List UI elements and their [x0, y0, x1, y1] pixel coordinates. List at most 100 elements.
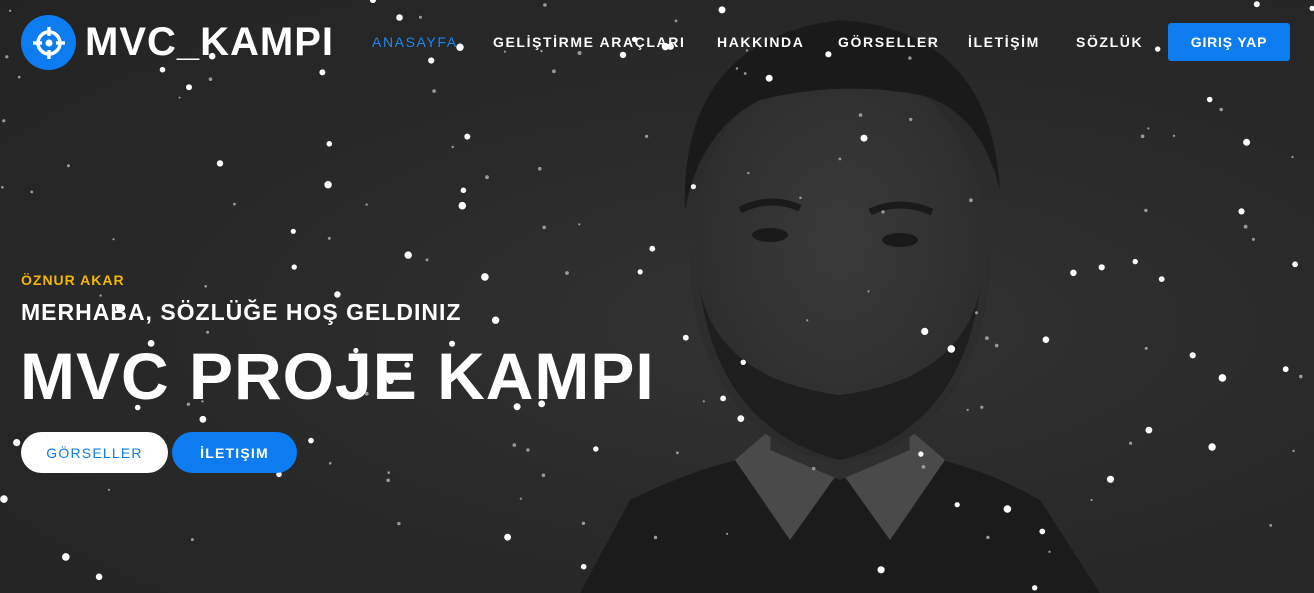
nav-item-dev-tools[interactable]: GELİŞTİRME ARAÇLARI — [493, 34, 685, 50]
snow-particle — [737, 415, 745, 422]
snow-particle — [387, 471, 391, 474]
snow-particle — [107, 488, 111, 491]
snow-particle — [1098, 264, 1105, 271]
snow-particle — [682, 334, 689, 341]
snow-particle — [233, 202, 236, 206]
snow-particle — [966, 408, 969, 411]
snow-particle — [66, 164, 70, 168]
snow-particle — [199, 415, 207, 423]
snow-particle — [581, 521, 586, 525]
contact-button[interactable]: İLETIŞIM — [172, 432, 297, 473]
snow-particle — [690, 184, 697, 190]
snow-particle — [799, 196, 802, 200]
snow-particle — [365, 203, 368, 206]
snow-particle — [653, 535, 658, 540]
snow-particle — [290, 228, 296, 234]
snow-particle — [1292, 261, 1298, 268]
snow-particle — [947, 345, 956, 353]
snow-particle — [1189, 352, 1196, 359]
snow-particle — [1251, 237, 1255, 241]
hero-subtitle: MERHABA, SÖZLÜĞE HOŞ GELDINIZ — [21, 299, 462, 325]
snow-particle — [216, 160, 224, 167]
snow-particle — [451, 145, 454, 149]
snow-particle — [1, 186, 4, 189]
snow-particle — [881, 210, 885, 214]
snow-particle — [860, 134, 868, 142]
snow-particle — [1218, 374, 1227, 382]
snow-particle — [702, 400, 705, 403]
snow-particle — [838, 157, 842, 161]
snow-particle — [1070, 269, 1077, 276]
snow-particle — [1243, 224, 1248, 229]
snow-particle — [645, 134, 649, 138]
snow-particle — [326, 141, 333, 147]
snow-particle — [485, 175, 489, 180]
snow-particle — [1299, 374, 1303, 379]
snow-particle — [985, 336, 989, 340]
snow-particle — [542, 225, 546, 230]
brand-link[interactable]: MVC_KAMPI — [21, 15, 334, 70]
snow-particle — [1042, 336, 1050, 344]
snow-particle — [720, 395, 726, 402]
snow-particle — [481, 273, 489, 281]
navbar: MVC_KAMPI ANASAYFA GELİŞTİRME ARAÇLARI H… — [0, 0, 1314, 84]
snow-particle — [918, 451, 924, 457]
snow-particle — [921, 327, 929, 335]
snow-particle — [726, 532, 729, 535]
snow-particle — [1144, 346, 1148, 350]
snow-particle — [99, 294, 102, 297]
snow-particle — [30, 190, 34, 194]
snow-particle — [334, 291, 341, 298]
snow-particle — [1106, 475, 1115, 483]
snow-particle — [404, 251, 412, 259]
snow-particle — [580, 563, 587, 570]
snow-particle — [1090, 498, 1093, 502]
snow-particle — [1269, 524, 1273, 527]
snow-particle — [1243, 138, 1251, 146]
snow-particle — [1132, 258, 1138, 265]
snow-particle — [676, 451, 679, 455]
snow-particle — [2, 119, 6, 123]
snow-particle — [112, 238, 115, 241]
snow-particle — [1129, 441, 1133, 445]
snow-particle — [994, 343, 999, 348]
snow-particle — [204, 285, 207, 288]
snow-particle — [1145, 426, 1153, 434]
snow-particle — [593, 446, 599, 452]
snow-particle — [858, 113, 863, 117]
snow-particle — [512, 443, 517, 447]
snow-particle — [969, 198, 973, 203]
snow-particle — [1172, 134, 1176, 137]
snow-particle — [291, 264, 297, 270]
snow-particle — [578, 223, 581, 226]
snow-particle — [1048, 550, 1051, 553]
nav-item-contact[interactable]: İLETİŞİM — [968, 34, 1040, 50]
snow-particle — [397, 521, 401, 526]
snow-particle — [1206, 96, 1213, 103]
snow-particle — [1292, 449, 1295, 453]
snow-particle — [178, 96, 181, 99]
snow-particle — [519, 497, 522, 500]
snow-particle — [458, 201, 467, 210]
nav-item-about[interactable]: HAKKINDA — [717, 34, 804, 50]
snow-particle — [504, 533, 511, 541]
snow-particle — [386, 478, 391, 483]
nav-item-dictionary[interactable]: SÖZLÜK — [1076, 34, 1143, 50]
snow-particle — [877, 566, 885, 574]
snow-particle — [740, 359, 746, 365]
crosshair-icon — [21, 15, 76, 70]
snow-particle — [1140, 134, 1145, 139]
nav-item-home[interactable]: ANASAYFA — [372, 34, 458, 50]
snow-particle — [747, 171, 750, 175]
snow-particle — [980, 405, 984, 409]
snow-particle — [986, 535, 990, 540]
nav-item-gallery[interactable]: GÖRSELLER — [838, 34, 940, 50]
snow-particle — [1158, 276, 1165, 282]
snow-particle — [206, 330, 210, 334]
snow-particle — [13, 439, 21, 447]
gallery-button[interactable]: GÖRSELLER — [21, 432, 168, 473]
snow-particle — [186, 84, 192, 91]
login-button[interactable]: GIRIŞ YAP — [1168, 23, 1290, 61]
snow-particle — [1238, 208, 1245, 215]
snow-particle — [909, 117, 913, 122]
